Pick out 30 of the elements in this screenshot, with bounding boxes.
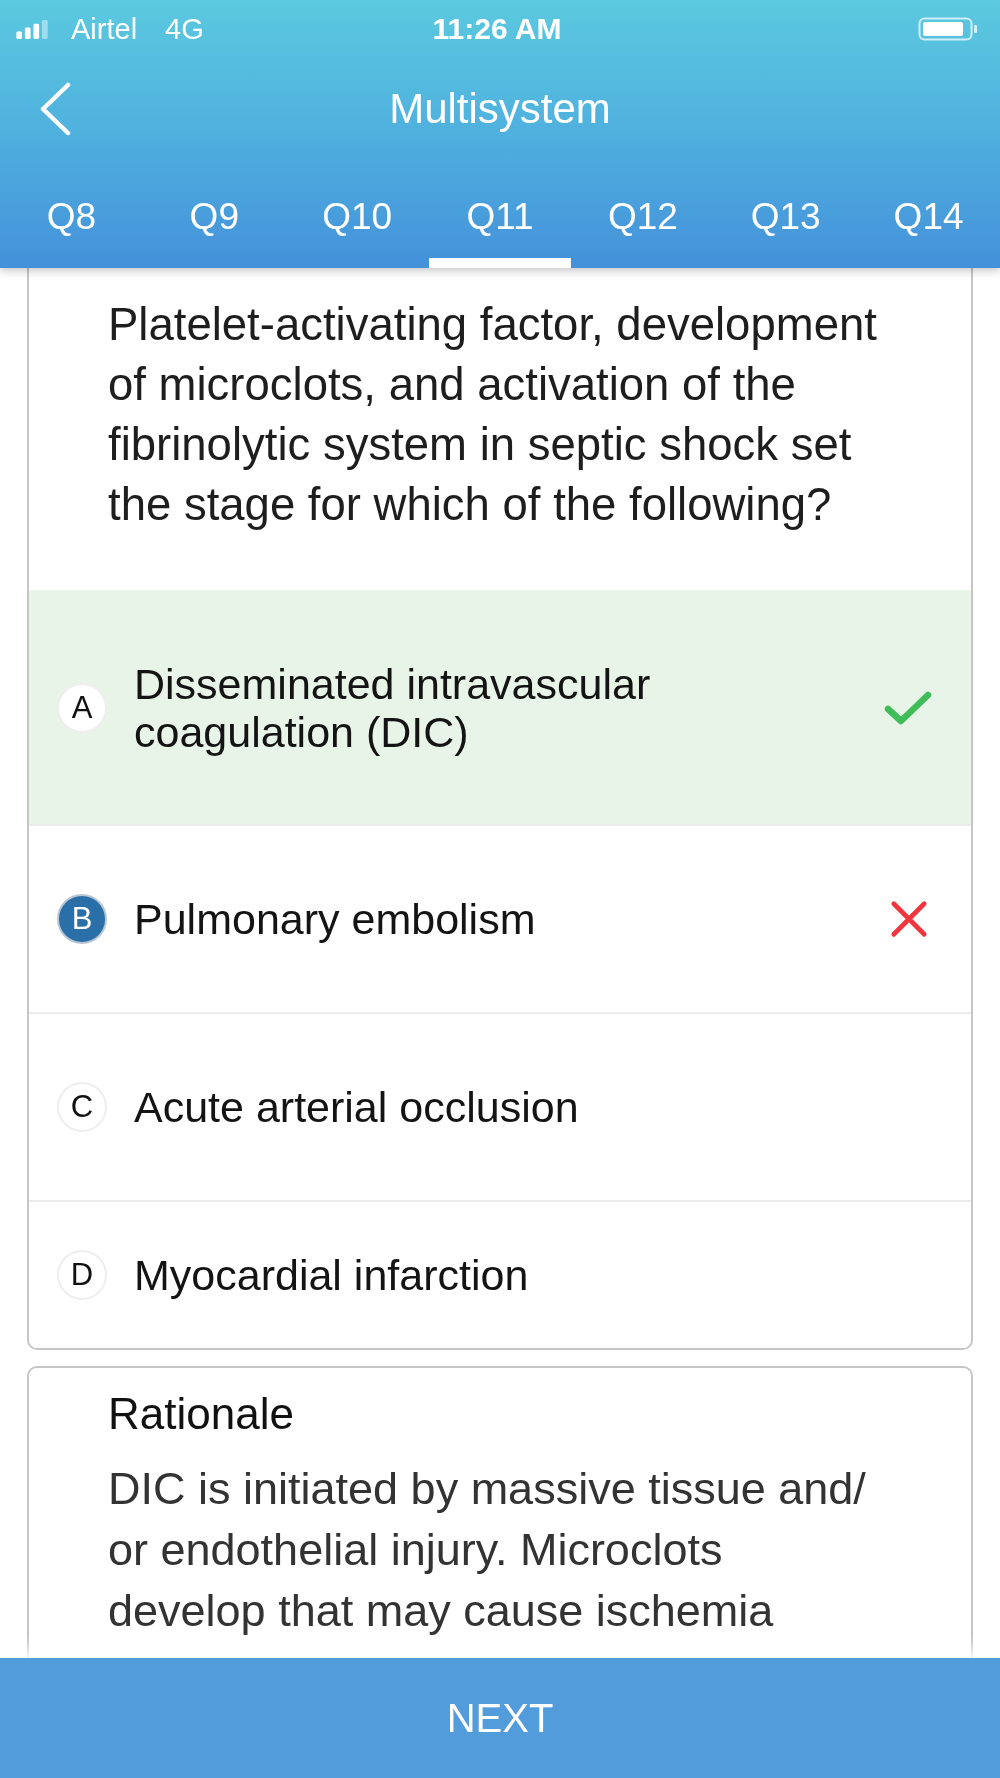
rationale-text: DIC is initiated by massive tissue and/ or endothelial injury. Microclots develop that may cause ischemia bbox=[108, 1462, 867, 1638]
checkmark-icon bbox=[884, 690, 932, 726]
answer-option[interactable]: D Myocardial infarction bbox=[29, 1200, 971, 1348]
question-tab[interactable]: Q13 bbox=[714, 160, 858, 268]
option-letter: B bbox=[57, 894, 107, 944]
back-button[interactable] bbox=[38, 82, 72, 136]
clock: 11:26 AM bbox=[432, 12, 562, 46]
network-type: 4G bbox=[165, 12, 204, 46]
question-text: Platelet-activating factor, development of microclots, and activation of the fibrinolytic system in septic shock set the stage for which of the following? bbox=[107, 298, 878, 532]
option-text: Pulmonary embolism bbox=[134, 895, 537, 943]
option-letter: A bbox=[57, 683, 107, 733]
carrier-name: Airtel bbox=[71, 12, 138, 46]
option-text: Acute arterial occlusion bbox=[134, 1083, 580, 1131]
next-button[interactable]: NEXT bbox=[0, 1658, 1000, 1778]
question-tab[interactable]: Q9 bbox=[142, 160, 286, 268]
battery-icon bbox=[918, 17, 978, 41]
screen-title: Multisystem bbox=[389, 84, 611, 134]
question-tab[interactable]: Q12 bbox=[571, 160, 715, 268]
option-letter: D bbox=[57, 1250, 107, 1300]
answer-option[interactable]: A Disseminated intravascular coagulation (DIC) bbox=[29, 590, 971, 824]
signal-icon bbox=[16, 19, 49, 39]
chevron-left-icon bbox=[38, 82, 72, 136]
option-letter: C bbox=[57, 1082, 107, 1132]
question-tab[interactable]: Q14 bbox=[857, 160, 1000, 268]
question-tab[interactable]: Q8 bbox=[0, 160, 143, 268]
option-text: Disseminated intravascular coagulation (DIC) bbox=[134, 660, 652, 756]
question-tab[interactable]: Q10 bbox=[285, 160, 429, 268]
rationale-title: Rationale bbox=[108, 1388, 295, 1440]
option-text: Myocardial infarction bbox=[134, 1251, 530, 1299]
cross-icon bbox=[890, 900, 928, 938]
